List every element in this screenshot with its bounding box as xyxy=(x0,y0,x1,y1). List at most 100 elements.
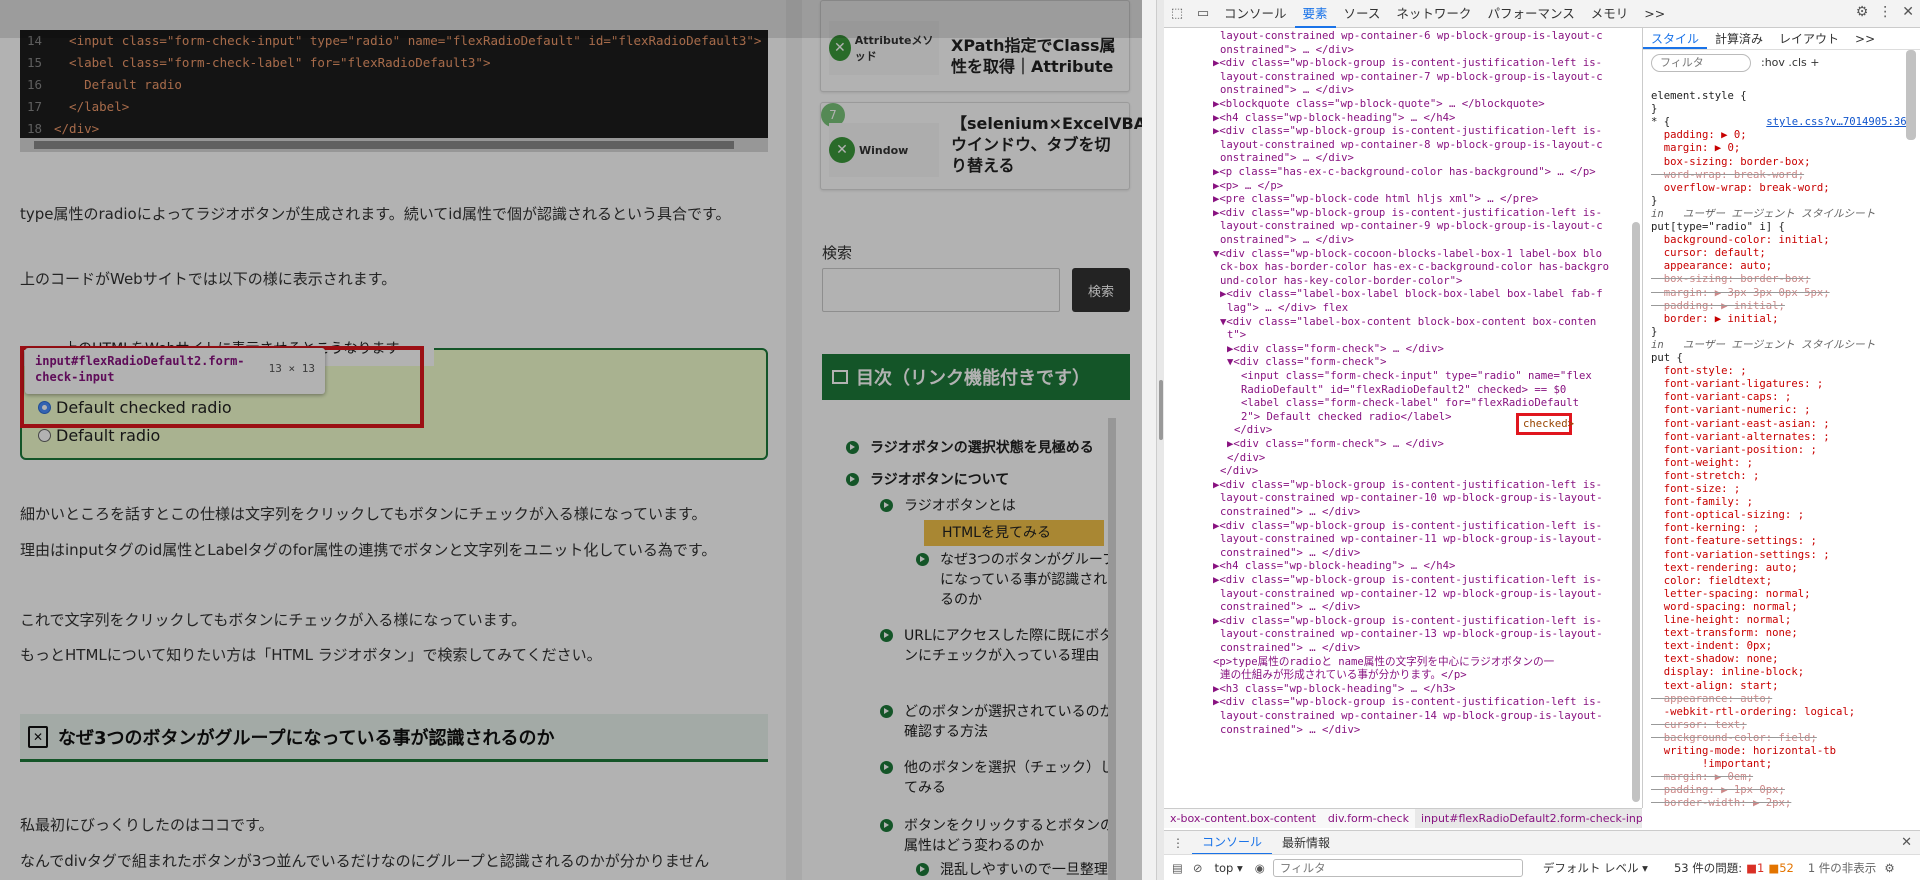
style-rule-line[interactable]: !important; xyxy=(1651,758,1913,771)
style-rule-line[interactable]: text-shadow: none; xyxy=(1651,653,1913,666)
dom-node-line[interactable]: <input class="form-check-input" type="ra… xyxy=(1164,370,1640,383)
breadcrumb-item[interactable]: input#flexRadioDefault2.form-check-input xyxy=(1414,809,1642,828)
dom-node-line[interactable]: ▼<div class="wp-block-cocoon-blocks-labe… xyxy=(1164,248,1640,261)
tab-elements[interactable]: 要素 xyxy=(1294,0,1336,28)
style-rule-line[interactable]: padding: ▶ initial; xyxy=(1651,300,1913,313)
dom-node-line[interactable]: layout-constrained wp-container-13 wp-bl… xyxy=(1164,628,1640,641)
style-rule-line[interactable]: border: ▶ initial; xyxy=(1651,313,1913,326)
tab-sources[interactable]: ソース xyxy=(1336,0,1389,28)
dom-node-line[interactable]: ▼<div class="label-box-content block-box… xyxy=(1164,316,1640,329)
dom-node-line[interactable]: ▶<div class="form-check"> … </div> xyxy=(1164,343,1640,356)
style-rule-line[interactable]: border-width: ▶ 2px; xyxy=(1651,797,1913,808)
dom-node-line[interactable]: ▶<div class="wp-block-group is-content-j… xyxy=(1164,57,1640,70)
style-rule-line[interactable]: margin: ▶ 0em; xyxy=(1651,771,1913,784)
style-rule-line[interactable]: font-variant-position: ; xyxy=(1651,444,1913,457)
style-rule-line[interactable]: background-color: initial; xyxy=(1651,234,1913,247)
style-rule-line[interactable]: font-feature-settings: ; xyxy=(1651,535,1913,548)
dom-node-line[interactable]: onstrained"> … </div> xyxy=(1164,234,1640,247)
drawer-tab-console[interactable]: コンソール xyxy=(1192,831,1273,855)
dom-node-line[interactable]: layout-constrained wp-container-7 wp-blo… xyxy=(1164,71,1640,84)
dom-node-line[interactable]: t"> xyxy=(1164,329,1640,342)
card-title[interactable]: XPath指定でClass属性を取得｜Attribute xyxy=(951,35,1121,77)
style-rule-line[interactable]: font-stretch: ; xyxy=(1651,470,1913,483)
style-rule-line[interactable]: font-weight: ; xyxy=(1651,457,1913,470)
dom-node-line[interactable]: ▶<div class="label-box-label block-box-l… xyxy=(1164,288,1640,301)
dom-node-line[interactable]: layout-constrained wp-container-6 wp-blo… xyxy=(1164,30,1640,43)
dom-node-line[interactable]: layout-constrained wp-container-9 wp-blo… xyxy=(1164,220,1640,233)
dom-node-line[interactable]: ▶<div class="wp-block-group is-content-j… xyxy=(1164,125,1640,138)
style-rule-line[interactable]: appearance: auto; xyxy=(1651,693,1913,706)
toc-item[interactable]: 他のボタンを選択（チェック）してみる xyxy=(880,758,1124,798)
style-rule-line[interactable]: } xyxy=(1651,195,1913,208)
style-rule-line[interactable]: display: inline-block; xyxy=(1651,666,1913,679)
dom-node-line[interactable]: constrained"> … </div> xyxy=(1164,506,1640,519)
dom-node-line[interactable]: ck-box has-border-color has-ex-c-backgro… xyxy=(1164,261,1640,274)
tab-console[interactable]: コンソール xyxy=(1216,0,1295,28)
page-scrollbar[interactable] xyxy=(1142,0,1156,880)
style-rule-line[interactable]: padding: ▶ 1px 0px; xyxy=(1651,784,1913,797)
toc-item[interactable]: URLにアクセスした際に既にボタンにチェックが入っている理由 xyxy=(880,626,1124,666)
style-rule-line[interactable]: text-transform: none; xyxy=(1651,627,1913,640)
styles-filter-input[interactable]: フィルタ xyxy=(1651,54,1751,72)
dom-node-line[interactable]: layout-constrained wp-container-8 wp-blo… xyxy=(1164,139,1640,152)
style-rule-line[interactable]: line-height: normal; xyxy=(1651,614,1913,627)
style-rule-line[interactable]: font-kerning: ; xyxy=(1651,522,1913,535)
eye-icon[interactable]: ◉ xyxy=(1255,861,1265,875)
style-rule-line[interactable]: font-variation-settings: ; xyxy=(1651,549,1913,562)
dom-node-line[interactable]: constrained"> … </div> xyxy=(1164,547,1640,560)
devtools-splitter[interactable] xyxy=(1156,0,1164,880)
dom-node-line[interactable]: ▶<div class="wp-block-group is-content-j… xyxy=(1164,520,1640,533)
style-rule-line[interactable]: writing-mode: horizontal-tb xyxy=(1651,745,1913,758)
dom-node-line[interactable]: ▶<div class="wp-block-group is-content-j… xyxy=(1164,696,1640,709)
style-rule-line[interactable]: font-variant-alternates: ; xyxy=(1651,431,1913,444)
style-rule-line[interactable]: margin: ▶ 0; xyxy=(1651,142,1913,155)
dom-node-line[interactable]: ▶<blockquote class="wp-block-quote"> … <… xyxy=(1164,98,1640,111)
tab-network[interactable]: ネットワーク xyxy=(1388,0,1479,28)
toc-item[interactable]: ラジオボタンとは xyxy=(880,496,1124,516)
search-input[interactable] xyxy=(822,268,1060,312)
tab-styles[interactable]: スタイル xyxy=(1643,28,1708,49)
dom-node-line[interactable]: onstrained"> … </div> xyxy=(1164,44,1640,57)
dom-node-line[interactable]: RadioDefault" id="flexRadioDefault2" che… xyxy=(1164,384,1640,397)
dom-node-line[interactable]: ▶<h3 class="wp-block-heading"> … </h3> xyxy=(1164,683,1640,696)
log-level-select[interactable]: デフォルト レベル ▾ xyxy=(1543,860,1648,876)
radio-unchecked-icon[interactable] xyxy=(38,429,51,442)
style-rule-line[interactable]: font-family: ; xyxy=(1651,496,1913,509)
dom-node-line[interactable]: ▶<h4 class="wp-block-heading"> … </h4> xyxy=(1164,112,1640,125)
style-rule-line[interactable]: text-rendering: auto; xyxy=(1651,562,1913,575)
dom-node-line[interactable]: 連の仕組みが形成されている事が分かります。</p> xyxy=(1164,669,1640,682)
tab-computed[interactable]: 計算済み xyxy=(1707,28,1771,49)
style-rule-line[interactable]: in ユーザー エージェント スタイルシート xyxy=(1651,339,1913,352)
gear-icon[interactable]: ⚙ xyxy=(1884,861,1894,875)
style-rule-line[interactable]: text-indent: 0px; xyxy=(1651,640,1913,653)
styles-pseudo-buttons[interactable]: :hov .cls + xyxy=(1761,56,1819,69)
style-rule-line[interactable]: element.style { xyxy=(1651,90,1913,103)
code-scrollbar[interactable] xyxy=(20,138,768,152)
style-rule-line[interactable]: font-variant-east-asian: ; xyxy=(1651,418,1913,431)
style-rule-line[interactable]: font-variant-numeric: ; xyxy=(1651,404,1913,417)
toc-item[interactable]: どのボタンが選択されているのか確認する方法 xyxy=(880,702,1124,742)
dom-node-line[interactable]: ▶<p> … </p> xyxy=(1164,180,1640,193)
style-rule-line[interactable]: } xyxy=(1651,103,1913,116)
style-rule-line[interactable]: put { xyxy=(1651,352,1913,365)
dom-node-line[interactable]: ▶<pre class="wp-block-code html hljs xml… xyxy=(1164,193,1640,206)
dom-node-line[interactable]: und-color has-key-color-border-color"> xyxy=(1164,275,1640,288)
dom-node-line[interactable]: onstrained"> … </div> xyxy=(1164,84,1640,97)
style-rule-line[interactable]: font-variant-ligatures: ; xyxy=(1651,378,1913,391)
related-card-attribute[interactable]: ✕ Attributeメソッド XPath指定でClass属性を取得｜Attrib… xyxy=(820,0,1130,92)
console-filter-input[interactable]: フィルタ xyxy=(1272,858,1523,877)
dom-node-line[interactable]: layout-constrained wp-container-14 wp-bl… xyxy=(1164,710,1640,723)
dom-node-line[interactable]: ▶<div class="wp-block-group is-content-j… xyxy=(1164,207,1640,220)
toc-item[interactable]: HTMLを見てみる xyxy=(924,520,1104,546)
style-rule-line[interactable]: box-sizing: border-box; xyxy=(1651,156,1913,169)
drawer-menu-icon[interactable]: ⋮ xyxy=(1164,836,1192,850)
related-card-window[interactable]: 7 ✕ Window 【selenium×ExcelVBA】ウインドウ、タブを切り… xyxy=(820,102,1162,190)
style-rule-line[interactable]: color: fieldtext; xyxy=(1651,575,1913,588)
style-rule-line[interactable]: letter-spacing: normal; xyxy=(1651,588,1913,601)
style-rule-line[interactable]: font-variant-caps: ; xyxy=(1651,391,1913,404)
inspect-element-icon[interactable]: ⬚ xyxy=(1164,4,1190,24)
style-rule-line[interactable]: appearance: auto; xyxy=(1651,260,1913,273)
dom-node-line[interactable]: layout-constrained wp-container-11 wp-bl… xyxy=(1164,533,1640,546)
radio-label-default[interactable]: Default radio xyxy=(56,426,160,445)
dom-node-line[interactable]: layout-constrained wp-container-12 wp-bl… xyxy=(1164,588,1640,601)
